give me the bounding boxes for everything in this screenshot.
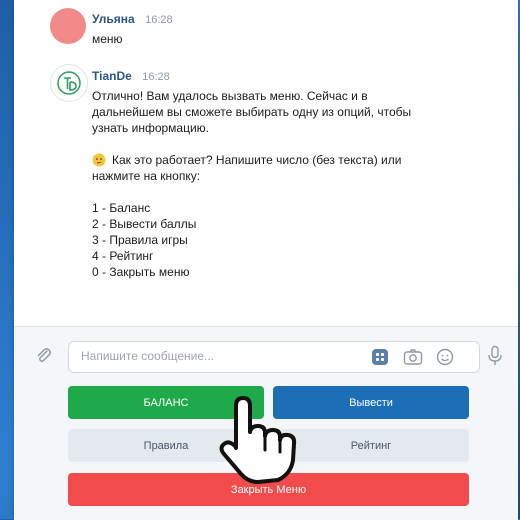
message-line: дальнейшем вы сможете выбирать одну из о… <box>92 105 412 119</box>
message-line: Отлично! Вам удалось вызвать меню. Сейча… <box>92 89 368 103</box>
message-line: 0 - Закрыть меню <box>92 265 190 279</box>
message-author[interactable]: Ульяна <box>92 12 135 26</box>
avatar[interactable] <box>50 8 86 44</box>
message-line-text: Как это работает? Напишите число (без те… <box>112 153 402 167</box>
message-line: 2 - Вывести баллы <box>92 217 197 231</box>
paperclip-icon[interactable] <box>34 346 54 366</box>
message-line: 1 - Баланс <box>92 201 151 215</box>
tiande-logo-icon <box>57 71 81 95</box>
message-time: 16:28 <box>145 14 173 26</box>
camera-icon[interactable] <box>403 348 423 366</box>
thinking-emoji-icon <box>92 153 106 167</box>
microphone-icon[interactable] <box>486 345 504 367</box>
message-line: узнать информацию. <box>92 121 210 135</box>
message-line: 3 - Правила игры <box>92 233 188 247</box>
avatar[interactable] <box>50 64 88 102</box>
message-line: нажмите на кнопку: <box>92 169 201 183</box>
message-input-placeholder: Напишите сообщение... <box>81 349 215 363</box>
message: TianDe 16:28 Отлично! Вам удалось вызват… <box>92 67 492 280</box>
message-text: меню <box>92 32 123 46</box>
message-line: Как это работает? Напишите число (без те… <box>92 152 492 168</box>
message: Ульяна 16:28 меню <box>92 10 173 47</box>
message-time: 16:28 <box>142 71 170 83</box>
smile-icon[interactable] <box>436 348 454 366</box>
message-line: 4 - Рейтинг <box>92 249 154 263</box>
message-author[interactable]: TianDe <box>92 69 132 83</box>
message-input[interactable]: Напишите сообщение... <box>68 341 480 373</box>
message-text: Отлично! Вам удалось вызвать меню. Сейча… <box>92 88 492 280</box>
pointing-hand-icon <box>219 396 297 484</box>
chat-window: Ульяна 16:28 меню TianDe 16:28 Отлично! … <box>14 0 518 520</box>
keyboard-icon[interactable] <box>371 348 389 366</box>
